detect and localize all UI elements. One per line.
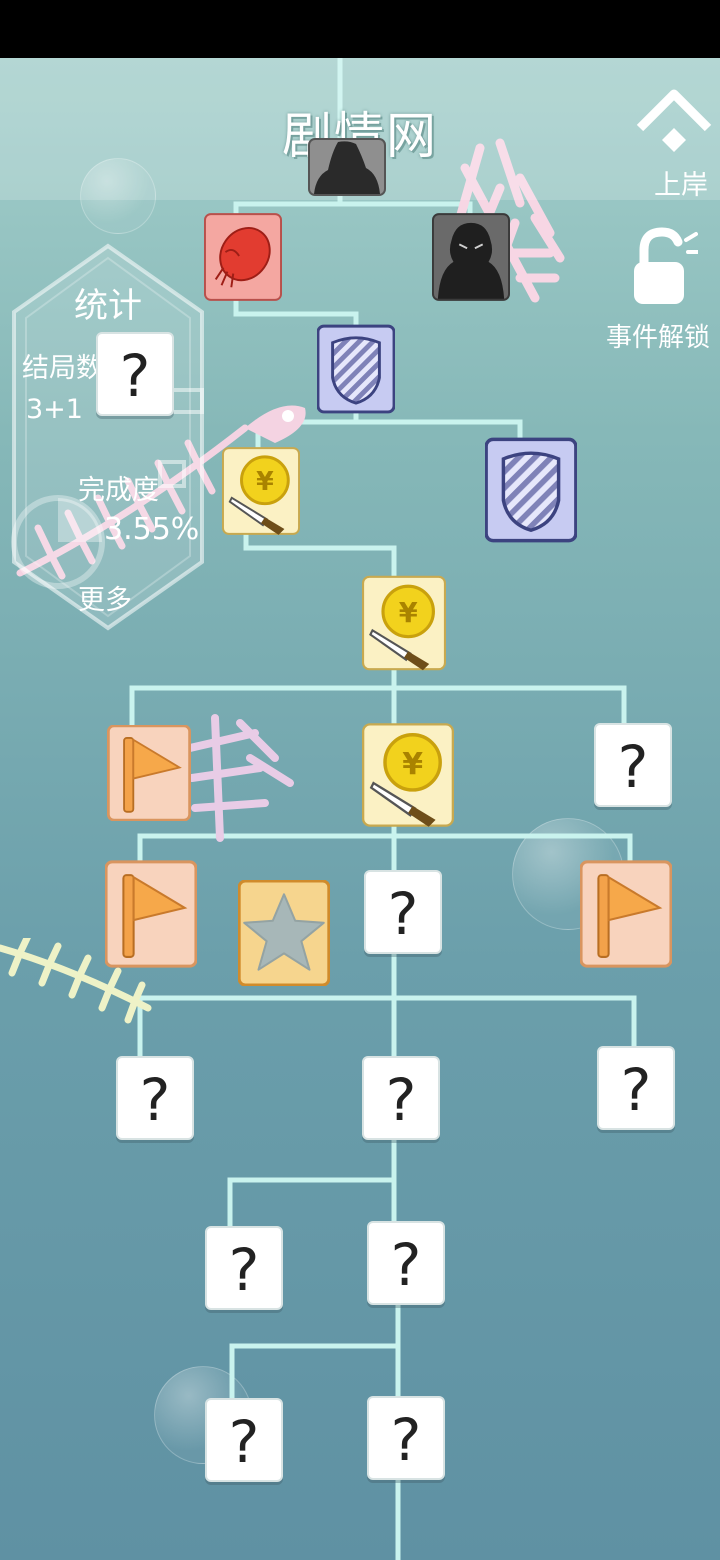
unknown-mark: ? [385, 1066, 417, 1134]
story-node-red-creature[interactable] [204, 212, 282, 302]
story-node-coin-3[interactable]: ¥ [362, 722, 454, 828]
shadow-card-icon [308, 138, 386, 196]
flag-card-icon [580, 860, 672, 968]
event-unlock-button[interactable]: 事件解锁 [606, 226, 720, 354]
svg-text:¥: ¥ [402, 747, 423, 782]
fish-bone-decoration [186, 714, 294, 842]
story-node-shield-2[interactable] [485, 436, 577, 544]
story-node-star-1[interactable] [238, 880, 330, 986]
story-web-screen: 剧情网 上岸 事件解锁 统计 结局数 3+1 完成度 3.55% 更多 ¥ ¥ … [0, 58, 720, 1560]
story-node-unknown-7[interactable]: ? [367, 1221, 445, 1305]
unlock-icon [634, 227, 700, 304]
flag-card-icon [105, 860, 197, 968]
story-node-flag-3[interactable] [580, 860, 672, 968]
status-bar [0, 0, 720, 58]
flag-card-icon [107, 725, 191, 821]
more-label[interactable]: 更多 [78, 578, 132, 617]
shore-button[interactable]: 上岸 [628, 80, 720, 202]
story-node-flag-2[interactable] [105, 860, 197, 968]
story-node-unknown-8[interactable]: ? [205, 1398, 283, 1482]
unknown-mark: ? [620, 1056, 652, 1124]
unknown-mark: ? [617, 733, 649, 801]
story-node-unknown-1[interactable]: ? [594, 723, 672, 807]
story-node-unknown-2[interactable]: ? [364, 870, 442, 954]
coin-card-icon: ¥ [222, 446, 300, 536]
shield-card-icon [317, 324, 395, 414]
stats-panel[interactable]: 统计 结局数 3+1 完成度 3.55% 更多 [8, 242, 208, 632]
chevron-up-icon [636, 89, 712, 152]
story-node-unknown-9[interactable]: ? [367, 1396, 445, 1480]
shore-label: 上岸 [654, 170, 708, 201]
unknown-mark: ? [228, 1408, 260, 1476]
story-node-coin-2[interactable]: ¥ [362, 575, 446, 671]
svg-text:¥: ¥ [256, 466, 274, 496]
unknown-mark: ? [228, 1236, 260, 1304]
unknown-mark: ? [387, 880, 419, 948]
unknown-mark: ? [119, 342, 151, 410]
event-unlock-label: 事件解锁 [606, 323, 711, 353]
stats-heading: 统计 [74, 286, 142, 326]
unknown-mark: ? [390, 1231, 422, 1299]
story-node-unknown-3[interactable]: ? [116, 1056, 194, 1140]
story-node-unknown-stats[interactable]: ? [96, 332, 174, 416]
story-node-shield-1[interactable] [317, 324, 395, 414]
story-node-unknown-5[interactable]: ? [597, 1046, 675, 1130]
story-node-unknown-6[interactable]: ? [205, 1226, 283, 1310]
story-node-top-shadow[interactable] [308, 138, 386, 196]
story-node-flag-1[interactable] [107, 725, 191, 821]
shield-card-icon [485, 436, 577, 544]
red-card-icon [204, 212, 282, 302]
completion-value: 3.55% [104, 512, 200, 547]
endings-value: 3+1 [26, 394, 83, 425]
unknown-mark: ? [390, 1406, 422, 1474]
star-card-icon [238, 880, 330, 986]
completion-label: 完成度 [78, 475, 159, 506]
coin-card-icon: ¥ [362, 722, 454, 828]
story-node-coin-1[interactable]: ¥ [222, 446, 300, 536]
dark-card-icon [432, 212, 510, 302]
story-node-unknown-4[interactable]: ? [362, 1056, 440, 1140]
unknown-mark: ? [139, 1066, 171, 1134]
coin-card-icon: ¥ [362, 575, 446, 671]
svg-text:¥: ¥ [399, 598, 418, 629]
endings-label: 结局数 [22, 353, 103, 384]
story-node-dark-silhouette[interactable] [432, 212, 510, 302]
